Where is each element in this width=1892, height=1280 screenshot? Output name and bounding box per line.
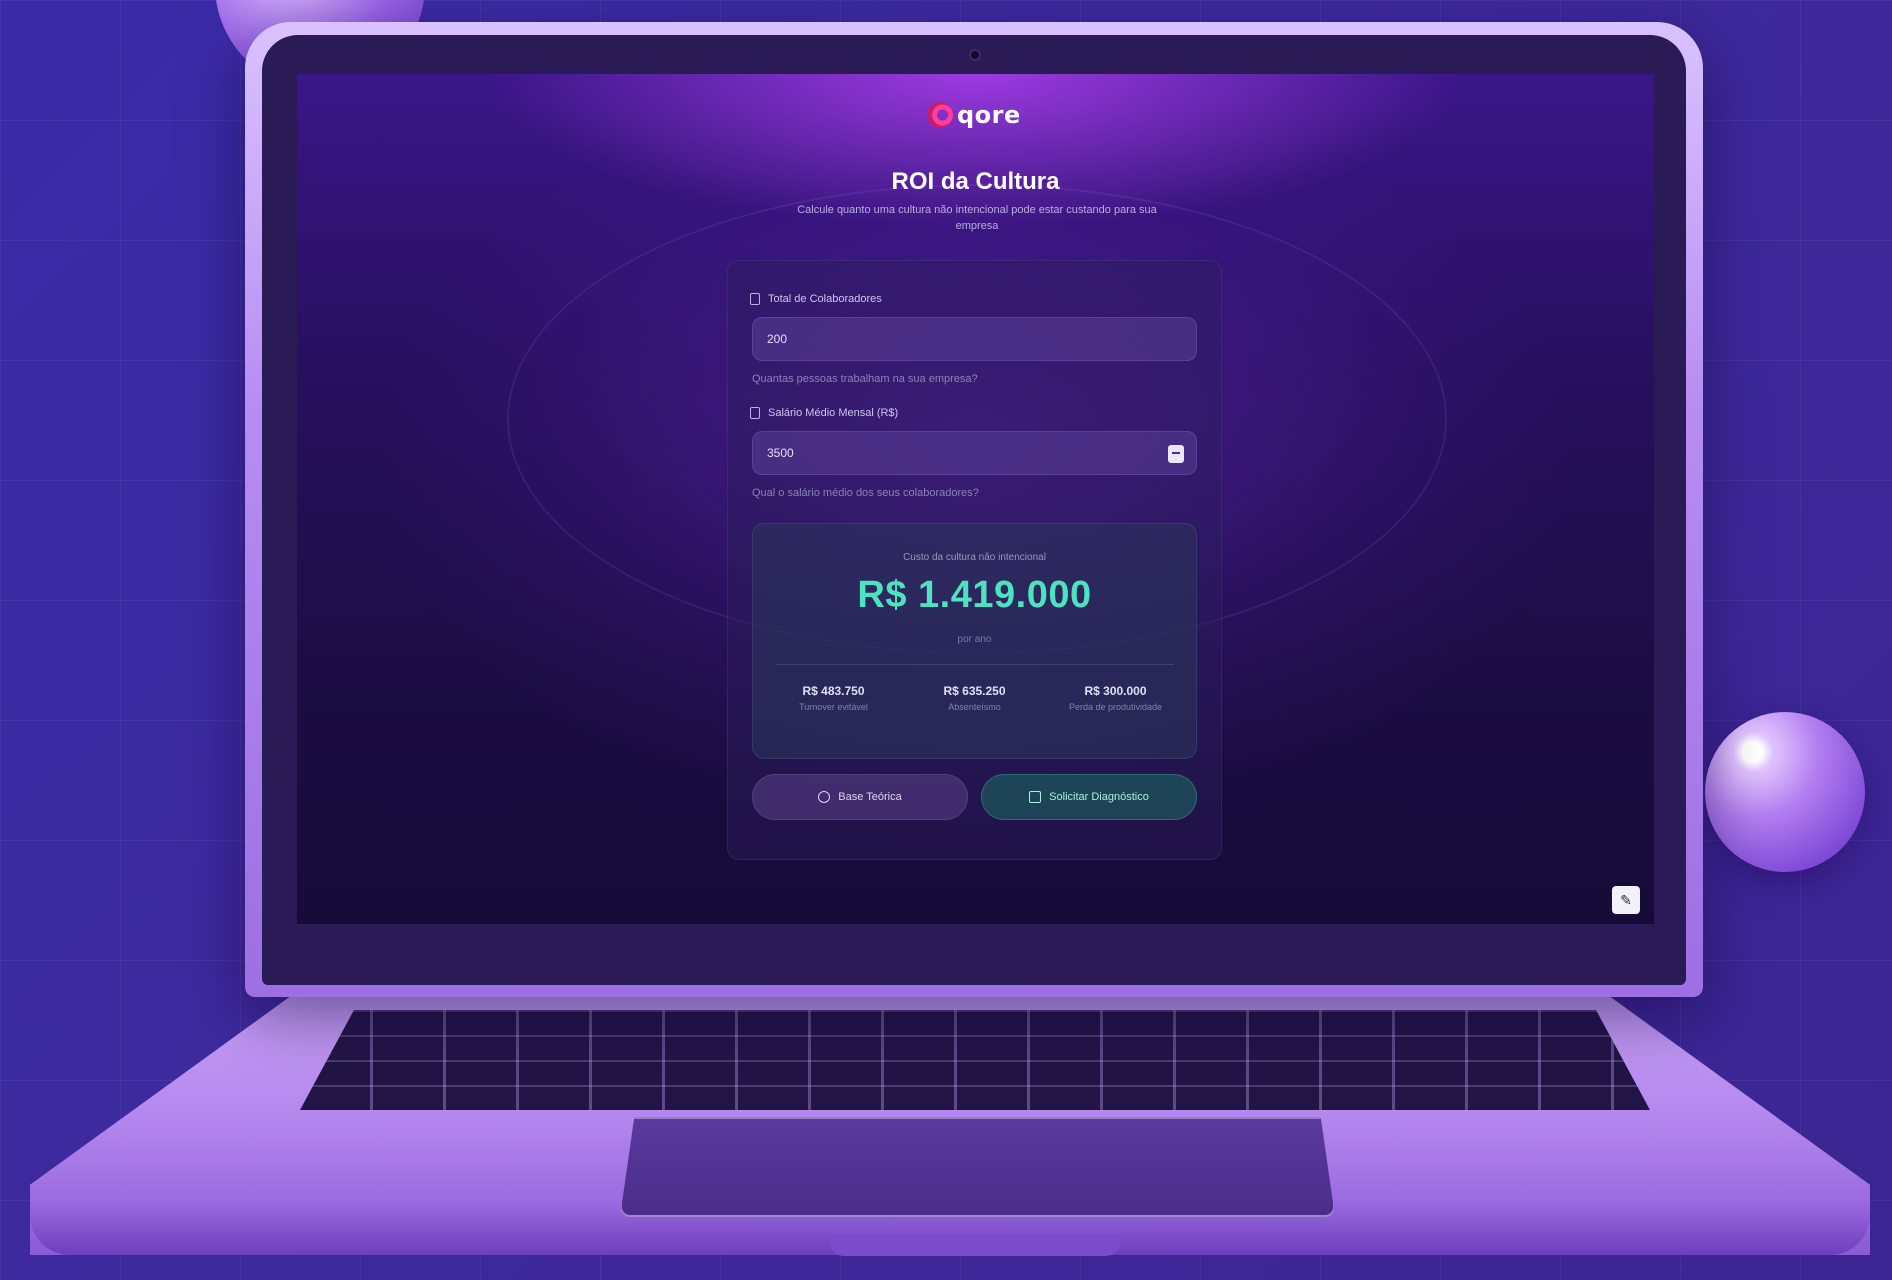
employees-label: Total de Colaboradores <box>750 293 882 305</box>
breakdown-value: R$ 483.750 <box>802 684 865 698</box>
clock-icon <box>818 791 831 803</box>
salary-input-value: 3500 <box>767 446 794 460</box>
employees-label-text: Total de Colaboradores <box>768 293 882 305</box>
money-icon <box>750 407 760 419</box>
employees-input[interactable]: 200 <box>752 317 1197 361</box>
laptop-screen: qore ROI da Cultura Calcule quanto uma c… <box>297 74 1654 924</box>
webcam-icon <box>969 49 981 61</box>
decorative-sphere-right <box>1705 712 1865 872</box>
brand-logo: qore <box>927 100 1021 130</box>
document-icon <box>1029 791 1042 803</box>
laptop-trackpad <box>620 1117 1335 1217</box>
logo-text: qore <box>957 101 1021 129</box>
result-caption: Custo da cultura não intencional <box>903 552 1046 563</box>
laptop-keyboard <box>300 1010 1650 1110</box>
result-period: por ano <box>957 634 992 645</box>
building-icon <box>750 293 760 305</box>
calculator-card: Total de Colaboradores 200 Quantas pesso… <box>727 260 1222 860</box>
result-divider <box>775 664 1174 665</box>
page-title: ROI da Cultura <box>891 168 1060 195</box>
salary-input[interactable]: 3500 <box>752 431 1197 475</box>
pencil-icon[interactable]: ✎ <box>1612 886 1640 914</box>
solicitar-diagnostico-button[interactable]: Solicitar Diagnóstico <box>981 774 1197 820</box>
employees-help: Quantas pessoas trabalham na sua empresa… <box>752 373 978 385</box>
breakdown-item: R$ 635.250 Absenteísmo <box>910 684 1040 712</box>
employees-input-value: 200 <box>767 332 788 346</box>
page-subtitle: Calcule quanto uma cultura não intencion… <box>797 204 1157 232</box>
salary-help: Qual o salário médio dos seus colaborado… <box>752 487 979 499</box>
result-breakdown: R$ 483.750 Turnover evitável R$ 635.250 … <box>763 684 1186 712</box>
result-panel: Custo da cultura não intencional R$ 1.41… <box>752 523 1197 759</box>
base-teorica-label: Base Teórica <box>838 791 902 803</box>
breakdown-label: Perda de produtividade <box>1068 702 1163 712</box>
roi-calculator-app: qore ROI da Cultura Calcule quanto uma c… <box>297 74 1654 924</box>
stepper-icon[interactable] <box>1168 445 1184 463</box>
solicitar-diagnostico-label: Solicitar Diagnóstico <box>1049 791 1149 803</box>
breakdown-label: Turnover evitável <box>799 702 868 712</box>
salary-label-text: Salário Médio Mensal (R$) <box>768 407 899 419</box>
result-total-value: R$ 1.419.000 <box>857 574 1092 616</box>
logo-mark-icon <box>927 102 953 128</box>
base-teorica-button[interactable]: Base Teórica <box>752 774 968 820</box>
breakdown-value: R$ 635.250 <box>943 684 1006 698</box>
breakdown-item: R$ 300.000 Perda de produtividade <box>1051 684 1181 712</box>
laptop-notch <box>830 1234 1120 1256</box>
salary-label: Salário Médio Mensal (R$) <box>750 407 898 419</box>
breakdown-value: R$ 300.000 <box>1084 684 1147 698</box>
breakdown-item: R$ 483.750 Turnover evitável <box>769 684 899 712</box>
breakdown-label: Absenteísmo <box>948 702 1001 712</box>
